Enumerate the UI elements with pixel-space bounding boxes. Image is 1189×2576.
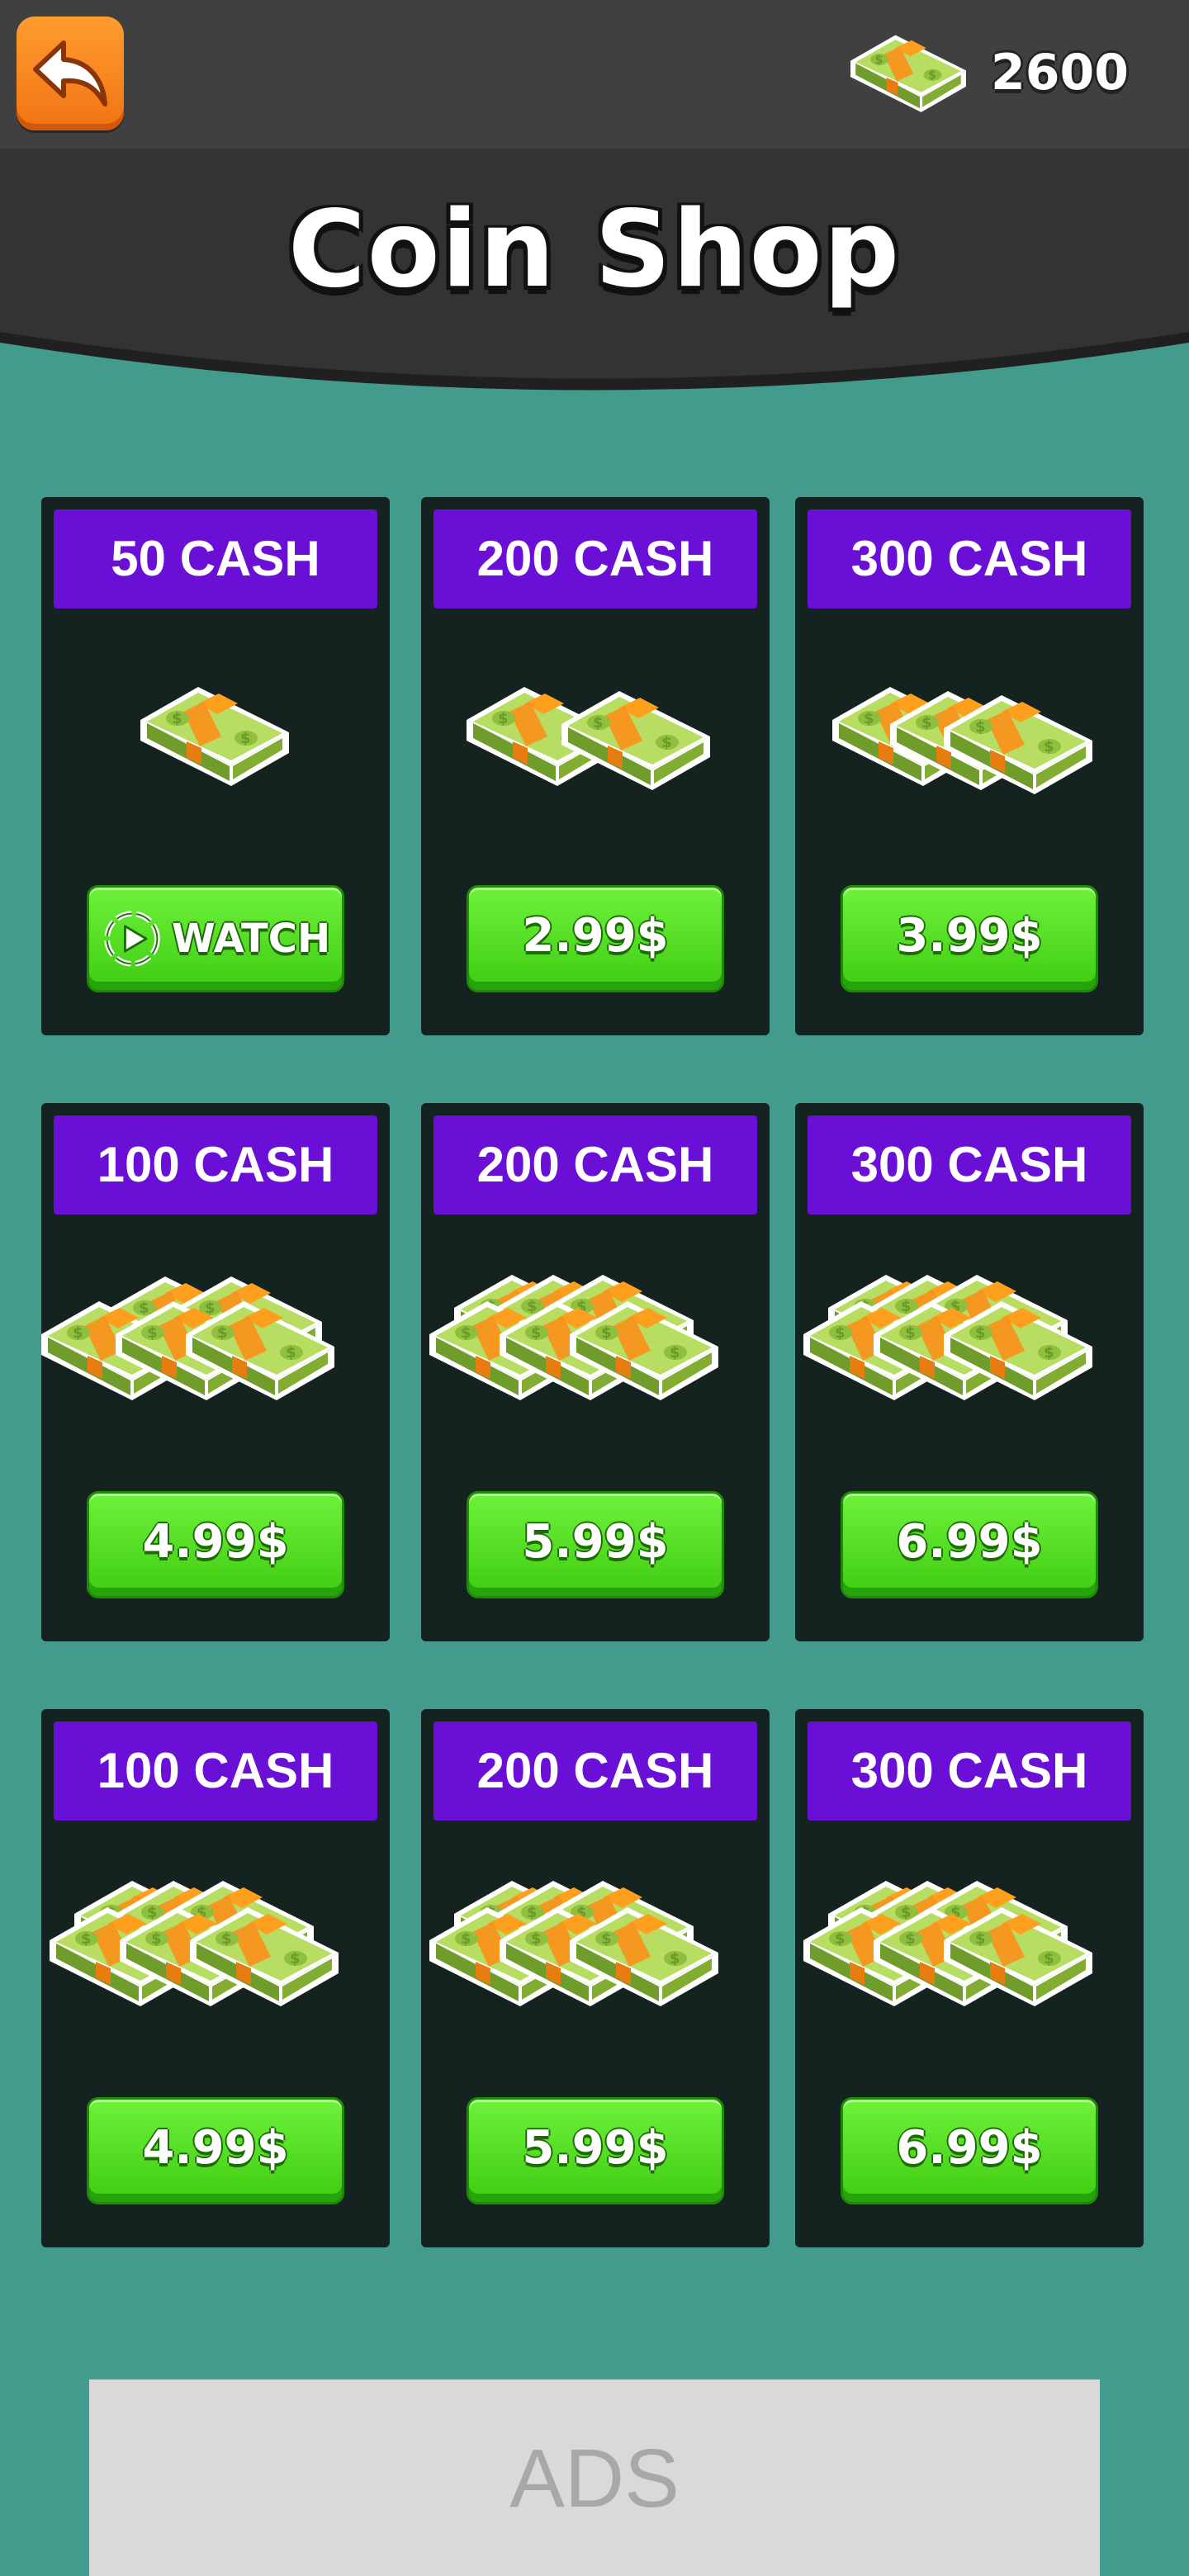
cash-bundle-icon — [467, 687, 710, 790]
price-button[interactable]: 5.99$ — [467, 2097, 724, 2204]
cash-bundle-icon — [832, 687, 1092, 794]
pack-label: 100 CASH — [54, 1721, 377, 1821]
pack-card: 100 CASH 4.99$ — [41, 1709, 390, 2247]
cash-bundle-icon — [803, 1881, 1092, 2006]
price-button[interactable]: 6.99$ — [841, 1491, 1098, 1598]
cash-bundle-icon — [429, 1881, 718, 2006]
pack-card: 50 CASH WATCH — [41, 497, 390, 1035]
pack-label: 200 CASH — [433, 509, 757, 608]
page-title: Coin Shop — [287, 188, 902, 311]
pack-card: 100 CASH 4.99$ — [41, 1103, 390, 1641]
price-button[interactable]: 5.99$ — [467, 1491, 724, 1598]
price-button[interactable]: 4.99$ — [87, 1491, 344, 1598]
pack-label: 200 CASH — [433, 1721, 757, 1821]
cash-stack-icon — [850, 35, 966, 112]
cash-balance: 2600 — [991, 44, 1129, 102]
cash-bundle-icon — [803, 1275, 1092, 1400]
cash-bundle-icon — [41, 1276, 334, 1400]
watch-label: WATCH — [171, 916, 331, 962]
pack-card: 300 CASH 6.99$ — [795, 1103, 1144, 1641]
pack-label: 300 CASH — [808, 509, 1131, 608]
price-button[interactable]: 3.99$ — [841, 885, 1098, 992]
ad-banner[interactable]: ADS — [89, 2379, 1100, 2576]
pack-label: 100 CASH — [54, 1115, 377, 1215]
price-button[interactable]: 2.99$ — [467, 885, 724, 992]
back-button[interactable] — [17, 17, 124, 130]
cash-bundle-icon — [429, 1275, 718, 1400]
pack-card: 200 CASH 5.99$ — [421, 1103, 770, 1641]
cash-bundle-icon — [140, 687, 289, 786]
back-arrow-icon — [33, 40, 107, 107]
pack-label: 200 CASH — [433, 1115, 757, 1215]
price-button[interactable]: 4.99$ — [87, 2097, 344, 2204]
pack-label: 300 CASH — [808, 1721, 1131, 1821]
price-button[interactable]: 6.99$ — [841, 2097, 1098, 2204]
pack-card: 300 CASH 6.99$ — [795, 1709, 1144, 2247]
pack-card: 300 CASH 3.99$ — [795, 497, 1144, 1035]
pack-card: 200 CASH 5.99$ — [421, 1709, 770, 2247]
play-circle-icon — [104, 911, 160, 967]
pack-card: 200 CASH 2.99$ — [421, 497, 770, 1035]
pack-label: 300 CASH — [808, 1115, 1131, 1215]
cash-bundle-icon — [50, 1881, 339, 2006]
pack-label: 50 CASH — [54, 509, 377, 608]
top-bar: 2600 — [0, 0, 1189, 149]
watch-ad-button[interactable]: WATCH — [87, 885, 344, 992]
